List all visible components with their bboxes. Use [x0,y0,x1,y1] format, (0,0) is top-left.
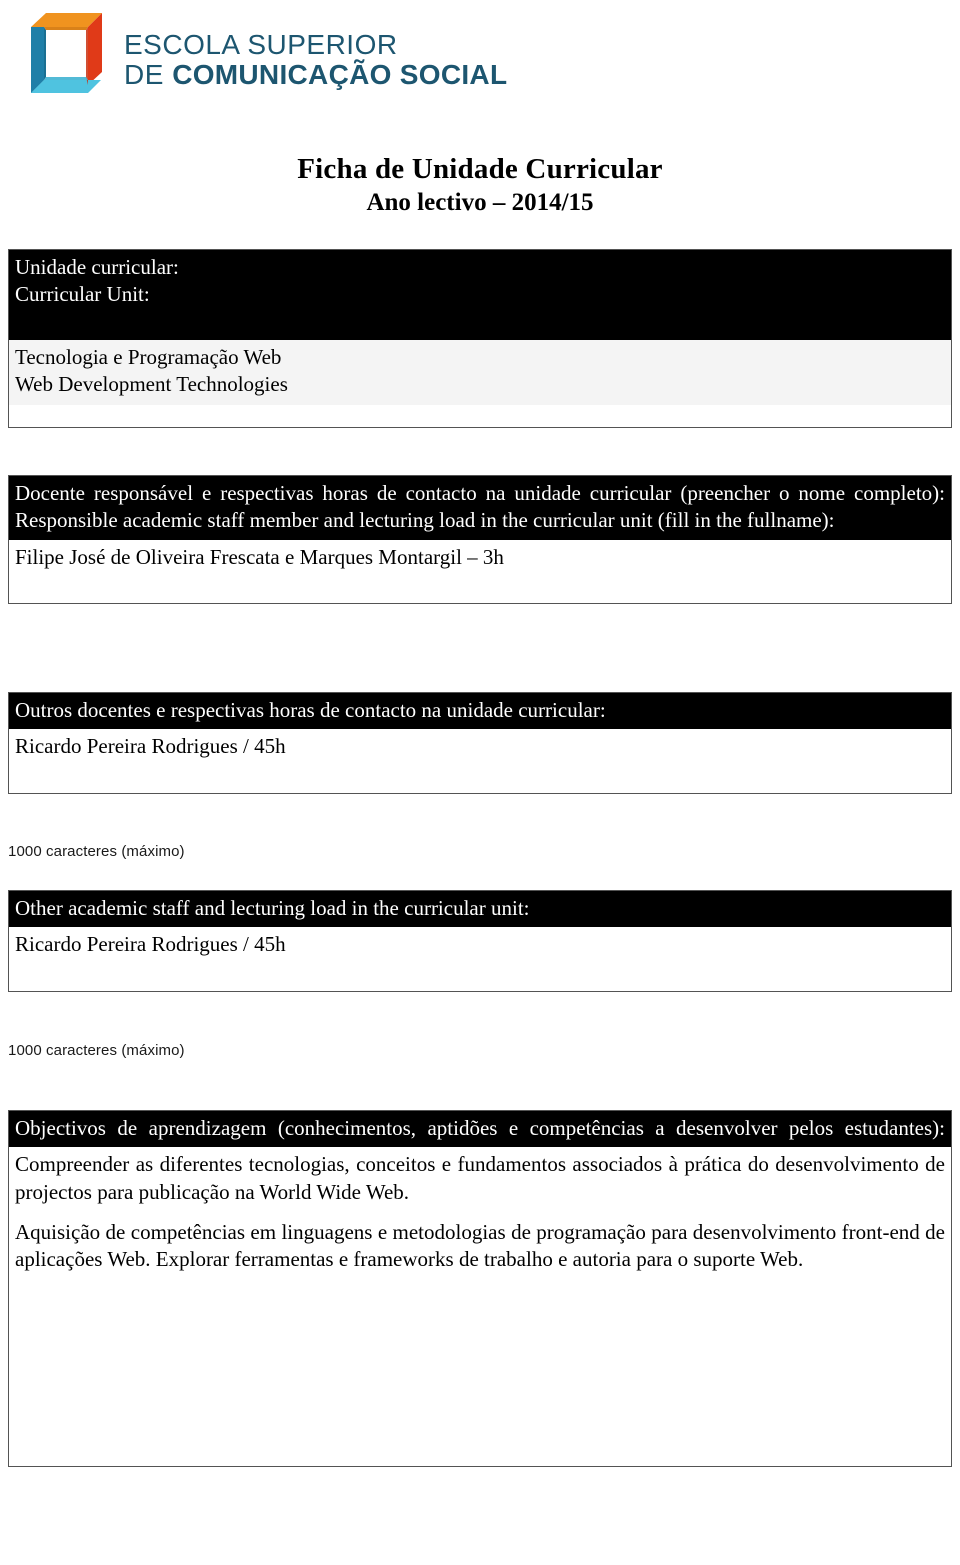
objectives-paragraph-1: Compreender as diferentes tecnologias, c… [15,1152,945,1205]
section-curricular-unit-filler [9,405,951,427]
institution-name-line1: ESCOLA SUPERIOR [124,29,398,60]
institution-name-line2-prefix: DE [124,59,173,91]
section-other-staff-en-header: Other academic staff and lecturing load … [9,891,951,928]
escs-cube-logo-icon [28,10,104,96]
section-other-staff-pt: Outros docentes e respectivas horas de c… [8,692,952,795]
section-other-staff-pt-header: Outros docentes e respectivas horas de c… [9,693,951,730]
section-other-staff-en-value[interactable]: Ricardo Pereira Rodrigues / 45h [9,927,951,991]
label-responsible-staff-en: Responsible academic staff member and le… [15,508,835,533]
character-limit-note-2: 1000 caracteres (máximo) [8,1042,185,1059]
value-responsible-staff: Filipe José de Oliveira Frescata e Marqu… [15,544,504,569]
page-title-subtitle: Ano lectivo – 2014/15 [366,189,594,217]
page-title: Ficha de Unidade Curricular Ano lectivo … [0,152,960,218]
section-responsible-staff: Docente responsável e respectivas horas … [8,475,952,605]
institution-name: ESCOLA SUPERIOR DE COMUNICAÇÃO SOCIAL [124,30,507,89]
character-limit-note-1: 1000 caracteres (máximo) [8,843,185,860]
section-learning-objectives: Objectivos de aprendizagem (conhecimento… [8,1110,952,1468]
section-curricular-unit-header: Unidade curricular: Curricular Unit: [9,250,951,340]
section-other-staff-en: Other academic staff and lecturing load … [8,890,952,993]
section-responsible-staff-value[interactable]: Filipe José de Oliveira Frescata e Marqu… [9,540,951,604]
label-objectivos-aprendizagem: Objectivos de aprendizagem (conhecimento… [15,1116,945,1140]
header-spacer [15,309,945,335]
label-unidade-curricular: Unidade curricular: [15,255,179,279]
label-outros-docentes: Outros docentes e respectivas horas de c… [15,698,606,722]
value-unidade-curricular-pt: Tecnologia e Programação Web [15,344,282,369]
value-other-staff-en: Ricardo Pereira Rodrigues / 45h [15,932,286,957]
section-learning-objectives-value[interactable]: Compreender as diferentes tecnologias, c… [9,1147,951,1466]
section-responsible-staff-header: Docente responsável e respectivas horas … [9,476,951,540]
section-learning-objectives-header: Objectivos de aprendizagem (conhecimento… [9,1111,951,1148]
section-curricular-unit: Unidade curricular: Curricular Unit: Tec… [8,249,952,429]
institution-name-line2: DE COMUNICAÇÃO SOCIAL [124,60,507,89]
label-docente-responsavel-pt: Docente responsável e respectivas horas … [15,481,945,505]
institution-name-line2-emphasis: COMUNICAÇÃO SOCIAL [172,59,508,91]
label-other-academic-staff: Other academic staff and lecturing load … [15,896,530,920]
institution-header: ESCOLA SUPERIOR DE COMUNICAÇÃO SOCIAL [28,6,508,106]
section-curricular-unit-value[interactable]: Tecnologia e Programação Web Web Develop… [9,339,951,406]
label-curricular-unit: Curricular Unit: [15,282,150,307]
objectives-paragraph-2: Aquisição de competências em linguagens … [15,1219,945,1272]
value-unidade-curricular-en: Web Development Technologies [15,372,288,397]
section-other-staff-pt-value[interactable]: Ricardo Pereira Rodrigues / 45h [9,729,951,793]
page-title-main: Ficha de Unidade Curricular [297,153,663,185]
value-other-staff-pt: Ricardo Pereira Rodrigues / 45h [15,734,286,759]
